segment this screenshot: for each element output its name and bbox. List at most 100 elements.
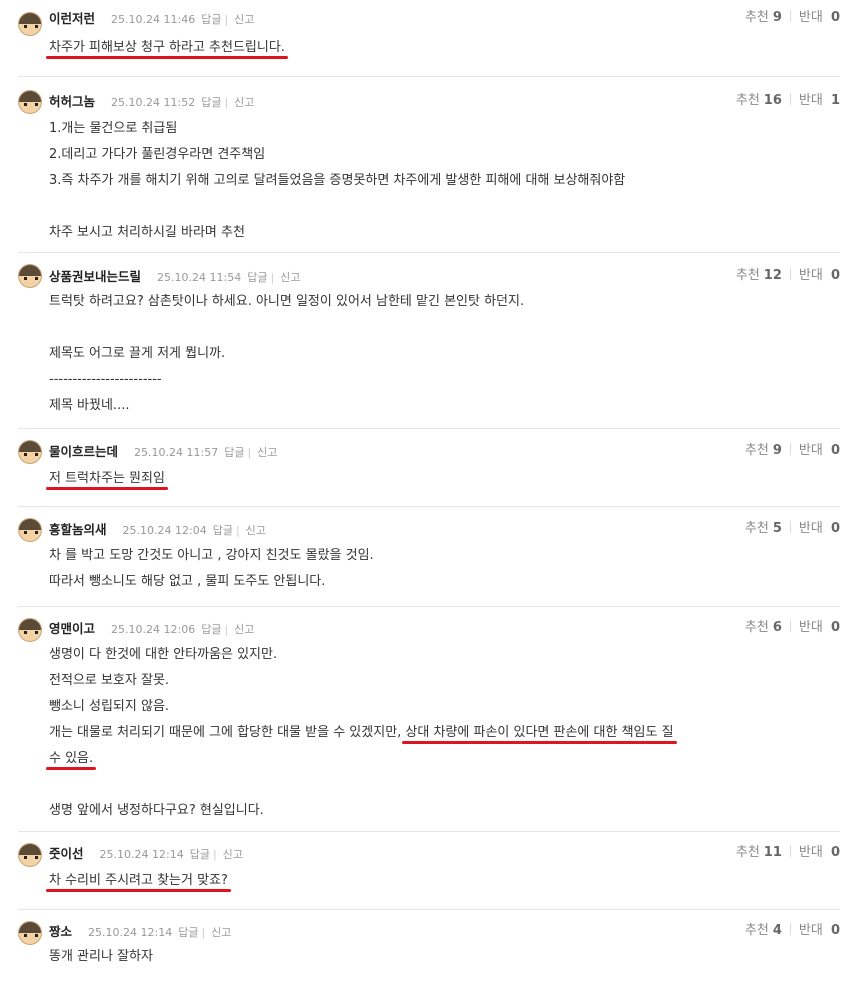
divider: | (201, 926, 206, 939)
downvote-button[interactable]: 반대 0 (799, 268, 840, 283)
report-link[interactable]: 신고 (234, 13, 254, 26)
comment-header: 줏이선 25.10.24 12:14 답글 | 신고 (49, 843, 243, 863)
comment-author[interactable]: 짱소 (49, 924, 72, 939)
downvote-button[interactable]: 반대 1 (799, 93, 840, 108)
upvote-button[interactable]: 추천 4 (745, 923, 782, 938)
downvote-button[interactable]: 반대 0 (799, 923, 840, 938)
upvote-count: 11 (763, 845, 782, 860)
upvote-count: 4 (772, 923, 782, 938)
avatar (18, 518, 42, 542)
comment-body: 생명이 다 한것에 대한 안타까움은 있지만. 전적으로 보호자 잘못. 뺑소니… (49, 642, 830, 824)
comment-text: 트럭탓 하려고요? 삼촌탓이나 하세요. 아니면 일정이 있어서 남한테 맡긴 … (49, 294, 525, 309)
comment-item: 상품권보내는드릴 25.10.24 11:54 답글 | 신고 추천 12 반대 0 트럭탓… (18, 252, 840, 429)
comment-item: 짱소 25.10.24 12:14 답글 | 신고 추천 4 반대 0 똥개 관리나 잘하자 (18, 909, 840, 990)
upvote-button[interactable]: 추천 12 (736, 268, 782, 283)
report-link[interactable]: 신고 (280, 271, 300, 284)
divider: | (212, 848, 217, 861)
comment-text (49, 194, 830, 220)
divider: | (247, 446, 252, 459)
comment-body: 차주가 피해보상 청구 하라고 추천드립니다. (49, 35, 830, 61)
reply-link[interactable]: 답글 (178, 926, 198, 939)
comment-body: 차 를 박고 도망 간것도 아니고 , 강아지 친것도 몰랐을 것임. 따라서 … (49, 543, 830, 595)
upvote-count: 9 (772, 10, 782, 25)
report-link[interactable]: 신고 (234, 623, 254, 636)
comment-item: 허허그놈 25.10.24 11:52 답글 | 신고 추천 16 반대 1 1.개는 물건… (18, 76, 840, 253)
comment-text (49, 772, 830, 798)
comment-body: 똥개 관리나 잘하자 (49, 944, 830, 970)
vote-box: 추천 16 반대 1 (736, 91, 840, 111)
divider: | (224, 13, 229, 26)
comment-body: 차 수리비 주시려고 찾는거 맞죠? (49, 868, 830, 894)
upvote-count: 16 (763, 93, 782, 108)
downvote-count: 0 (830, 845, 840, 860)
comment-author[interactable]: 영맨이고 (49, 621, 95, 636)
comment-text: 2.데리고 가다가 풀린경우라면 견주책임 (49, 147, 266, 162)
comment-text: 3.즉 차주가 개를 해치기 위해 고의로 달려들었음을 증명못하면 차주에게 … (49, 173, 626, 188)
report-link[interactable]: 신고 (223, 848, 243, 861)
downvote-button[interactable]: 반대 0 (799, 10, 840, 25)
vote-box: 추천 11 반대 0 (736, 843, 840, 863)
upvote-button[interactable]: 추천 9 (745, 10, 782, 25)
downvote-label: 반대 (798, 93, 823, 108)
comment-text: 차 수리비 주시려고 찾는거 맞죠? (49, 873, 228, 888)
upvote-button[interactable]: 추천 11 (736, 845, 782, 860)
comment-header: 영맨이고 25.10.24 12:06 답글 | 신고 (49, 618, 254, 638)
divider (789, 10, 791, 22)
avatar (18, 264, 42, 288)
downvote-button[interactable]: 반대 0 (799, 620, 840, 635)
comment-text-highlight: 수 있음. (49, 751, 94, 766)
comment-author[interactable]: 물이흐르는데 (49, 444, 118, 459)
upvote-button[interactable]: 추천 16 (736, 93, 782, 108)
report-link[interactable]: 신고 (257, 446, 277, 459)
upvote-count: 6 (772, 620, 782, 635)
upvote-label: 추천 (744, 521, 769, 536)
downvote-count: 0 (830, 923, 840, 938)
report-link[interactable]: 신고 (211, 926, 231, 939)
vote-box: 추천 9 반대 0 (745, 441, 840, 461)
downvote-count: 0 (830, 443, 840, 458)
downvote-button[interactable]: 반대 0 (799, 443, 840, 458)
comment-item: 영맨이고 25.10.24 12:06 답글 | 신고 추천 6 반대 0 생명이 다 한것… (18, 606, 840, 832)
upvote-button[interactable]: 추천 5 (745, 521, 782, 536)
comment-body: 저 트럭차주는 뭔죄임 (49, 466, 830, 492)
vote-box: 추천 12 반대 0 (736, 266, 840, 286)
upvote-label: 추천 (735, 93, 760, 108)
downvote-button[interactable]: 반대 0 (799, 521, 840, 536)
comment-text: 제목 바꿨네.... (49, 398, 130, 413)
reply-link[interactable]: 답글 (190, 848, 210, 861)
comment-date: 25.10.24 11:54 (157, 271, 242, 284)
reply-link[interactable]: 답글 (201, 96, 221, 109)
comment-author[interactable]: 줏이선 (49, 846, 84, 861)
comment-header: 짱소 25.10.24 12:14 답글 | 신고 (49, 921, 231, 941)
comment-text: ------------------------ (49, 372, 162, 387)
comment-author[interactable]: 허허그놈 (49, 94, 95, 109)
reply-link[interactable]: 답글 (201, 623, 221, 636)
comment-text: 전적으로 보호자 잘못. (49, 673, 170, 688)
downvote-label: 반대 (798, 923, 823, 938)
comment-header: 이런저런 25.10.24 11:46 답글 | 신고 (49, 8, 254, 28)
comment-author[interactable]: 흥할놈의새 (49, 522, 107, 537)
downvote-button[interactable]: 반대 0 (799, 845, 840, 860)
downvote-count: 0 (830, 268, 840, 283)
upvote-button[interactable]: 추천 6 (745, 620, 782, 635)
comment-text: 1.개는 물건으로 취급됨 (49, 121, 178, 136)
comment-date: 25.10.24 11:57 (134, 446, 219, 459)
comment-text (49, 315, 830, 341)
upvote-count: 9 (772, 443, 782, 458)
upvote-button[interactable]: 추천 9 (745, 443, 782, 458)
reply-link[interactable]: 답글 (213, 524, 233, 537)
report-link[interactable]: 신고 (234, 96, 254, 109)
comment-text: 생명이 다 한것에 대한 안타까움은 있지만. (49, 647, 278, 662)
comment-date: 25.10.24 12:14 (88, 926, 173, 939)
upvote-label: 추천 (735, 268, 760, 283)
comment-text: 똥개 관리나 잘하자 (49, 949, 153, 964)
reply-link[interactable]: 답글 (224, 446, 244, 459)
divider: | (224, 623, 229, 636)
comment-text: 뺑소니 성립되지 않음. (49, 699, 170, 714)
comment-author[interactable]: 이런저런 (49, 11, 95, 26)
vote-box: 추천 4 반대 0 (745, 921, 840, 941)
comment-author[interactable]: 상품권보내는드릴 (49, 269, 141, 284)
reply-link[interactable]: 답글 (247, 271, 267, 284)
reply-link[interactable]: 답글 (201, 13, 221, 26)
report-link[interactable]: 신고 (246, 524, 266, 537)
